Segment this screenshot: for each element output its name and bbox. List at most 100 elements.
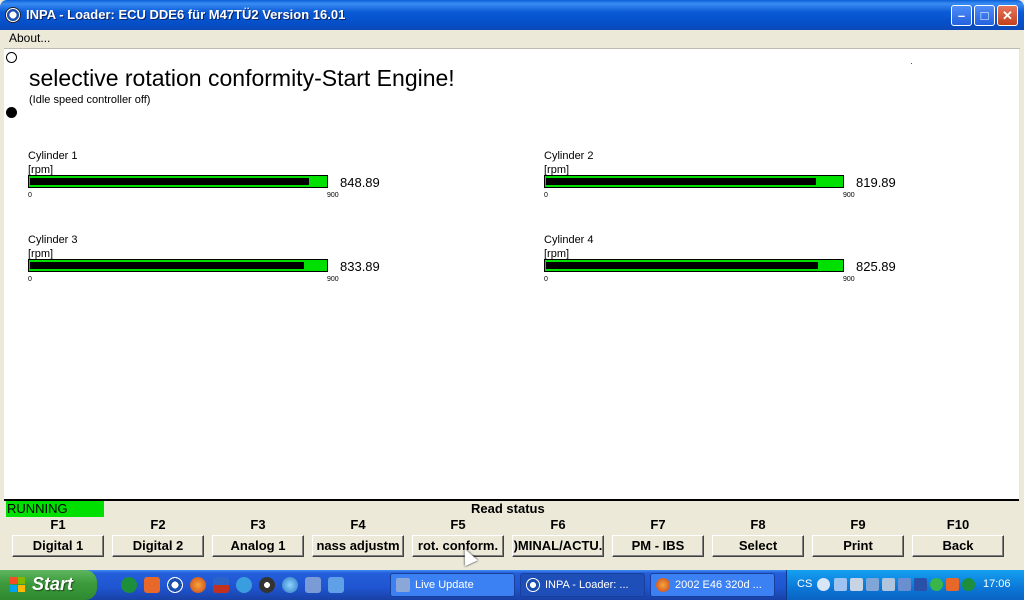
download-tray-icon[interactable] — [946, 578, 959, 591]
gauge-label: Cylinder 2 — [544, 150, 594, 162]
inpa-window: INPA - Loader: ECU DDE6 für M47TÜ2 Versi… — [0, 0, 1024, 570]
gauge-min: 0 — [28, 192, 32, 199]
gauge-fill — [30, 178, 309, 185]
digital-2-button[interactable]: Digital 2 — [112, 535, 204, 557]
gauge-bar — [544, 175, 844, 188]
analog-1-button[interactable]: Analog 1 — [212, 535, 304, 557]
gauge-label: Cylinder 1 — [28, 150, 78, 162]
gauge-cylinder-1: Cylinder 1 [rpm] 848.89 0 900 — [28, 150, 428, 210]
gauge-bar — [28, 175, 328, 188]
fkey-label: F2 — [150, 517, 166, 532]
gauge-cylinder-4: Cylinder 4 [rpm] 825.89 0 900 — [544, 234, 944, 294]
gauge-value: 819.89 — [856, 175, 896, 190]
status-row: RUNNING Read status — [4, 501, 1019, 517]
gauge-min: 0 — [544, 192, 548, 199]
fkey-label: F1 — [50, 517, 66, 532]
task-live-update[interactable]: Live Update — [390, 573, 515, 597]
download-manager-icon[interactable] — [144, 577, 160, 593]
fkey-label: F3 — [250, 517, 266, 532]
task-inpa-loader[interactable]: INPA - Loader: ... — [520, 573, 645, 597]
firefox-icon — [656, 578, 670, 592]
gauge-value: 848.89 — [340, 175, 380, 190]
flag-app-icon[interactable] — [213, 577, 229, 593]
gauge-fill — [546, 262, 818, 269]
eye-app-icon[interactable] — [259, 577, 275, 593]
back-button[interactable]: Back — [912, 535, 1004, 557]
main-panel: selective rotation conformity-Start Engi… — [4, 49, 1019, 501]
pm-ibs-button[interactable]: PM - IBS — [612, 535, 704, 557]
utorrent-icon[interactable] — [121, 577, 137, 593]
gauge-label: Cylinder 4 — [544, 234, 594, 246]
window-title: INPA - Loader: ECU DDE6 für M47TÜ2 Versi… — [26, 7, 346, 22]
gauge-min: 0 — [28, 276, 32, 283]
start-button[interactable]: Start — [0, 570, 97, 600]
fkey-label: F9 — [850, 517, 866, 532]
mass-adjustment-button[interactable]: nass adjustm — [312, 535, 404, 557]
gauge-cylinder-2: Cylinder 2 [rpm] 819.89 0 900 — [544, 150, 944, 210]
utorrent-tray-icon[interactable] — [962, 578, 975, 591]
fkey-label: F10 — [946, 517, 970, 532]
gauge-cylinder-3: Cylinder 3 [rpm] 833.89 0 900 — [28, 234, 428, 294]
bmw-icon — [526, 578, 540, 592]
windows-flag-icon — [10, 577, 26, 593]
select-button[interactable]: Select — [712, 535, 804, 557]
gauge-fill — [30, 262, 304, 269]
bmw-icon[interactable] — [167, 577, 183, 593]
security-check-icon[interactable] — [930, 578, 943, 591]
clock: 17:06 — [983, 578, 1011, 590]
menu-about[interactable]: About... — [9, 31, 50, 45]
usb-icon[interactable] — [914, 578, 927, 591]
page-subtitle: (Idle speed controller off) — [29, 94, 151, 106]
device-icon[interactable] — [882, 578, 895, 591]
system-tray: CS 17:06 — [786, 570, 1024, 600]
menu-bar: About... — [4, 30, 1020, 49]
printer-icon[interactable] — [898, 578, 911, 591]
gauge-max: 900 — [843, 192, 855, 199]
print-button[interactable]: Print — [812, 535, 904, 557]
gauge-value: 825.89 — [856, 259, 896, 274]
live-update-icon — [396, 578, 410, 592]
firefox-icon[interactable] — [190, 577, 206, 593]
bmw-logo-icon — [5, 7, 21, 23]
gauge-value: 833.89 — [340, 259, 380, 274]
function-key-bar: F1 Digital 1 F2 Digital 2 F3 Analog 1 F4… — [4, 517, 1019, 561]
rot-conform-button[interactable]: rot. conform. — [412, 535, 504, 557]
page-title: selective rotation conformity-Start Engi… — [29, 65, 455, 91]
minimize-button[interactable]: – — [951, 5, 972, 26]
start-label: Start — [32, 574, 74, 594]
status-title: Read status — [471, 501, 545, 516]
explorer-app-icon[interactable] — [328, 577, 344, 593]
gauge-min: 0 — [544, 276, 548, 283]
status-indicator-empty-icon — [6, 52, 17, 63]
fkey-label: F8 — [750, 517, 766, 532]
tray-expand-icon[interactable] — [817, 578, 830, 591]
fkey-label: F4 — [350, 517, 366, 532]
nominal-actual-button[interactable]: )MINAL/ACTU. — [512, 535, 604, 557]
internet-explorer-icon[interactable] — [236, 577, 252, 593]
task-label: 2002 E46 320d ... — [675, 579, 762, 591]
network-app-icon[interactable] — [305, 577, 321, 593]
fkey-label: F6 — [550, 517, 566, 532]
network-icon[interactable] — [866, 578, 879, 591]
digital-1-button[interactable]: Digital 1 — [12, 535, 104, 557]
fkey-label: F7 — [650, 517, 666, 532]
gauge-bar — [544, 259, 844, 272]
gauge-max: 900 — [327, 276, 339, 283]
gauge-max: 900 — [843, 276, 855, 283]
gauge-label: Cylinder 3 — [28, 234, 78, 246]
stray-dot — [911, 63, 912, 64]
task-label: INPA - Loader: ... — [545, 579, 629, 591]
monitor-icon[interactable] — [850, 578, 863, 591]
gauge-fill — [546, 178, 816, 185]
task-firefox[interactable]: 2002 E46 320d ... — [650, 573, 775, 597]
running-indicator: RUNNING — [6, 501, 104, 517]
media-player-icon[interactable] — [282, 577, 298, 593]
task-label: Live Update — [415, 579, 474, 591]
gauge-max: 900 — [327, 192, 339, 199]
title-bar[interactable]: INPA - Loader: ECU DDE6 für M47TÜ2 Versi… — [0, 0, 1024, 30]
close-button[interactable]: ✕ — [997, 5, 1018, 26]
network-signal-icon[interactable] — [834, 578, 847, 591]
status-indicator-filled-icon — [6, 107, 17, 118]
language-indicator[interactable]: CS — [797, 578, 812, 590]
maximize-button[interactable]: □ — [974, 5, 995, 26]
